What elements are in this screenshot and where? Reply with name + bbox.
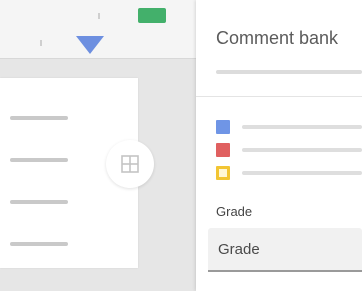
document-pane	[0, 0, 196, 291]
blue-square-icon	[216, 120, 230, 134]
grade-label: Grade	[216, 204, 253, 219]
text-line	[10, 200, 68, 204]
divider	[196, 96, 362, 97]
toolbar-tick	[40, 40, 42, 46]
placeholder-line	[216, 70, 362, 74]
panel-title: Comment bank	[216, 28, 339, 48]
text-line	[10, 158, 68, 162]
toolbar-tick	[98, 13, 100, 19]
text-line	[10, 116, 68, 120]
red-square-icon	[216, 143, 230, 157]
text-line	[10, 242, 68, 246]
grid-button[interactable]	[106, 140, 154, 188]
comment-line	[242, 148, 362, 152]
indent-marker-icon[interactable]	[76, 36, 104, 54]
grade-value: Grade	[218, 241, 260, 258]
grid-icon	[121, 155, 139, 173]
comment-line	[242, 125, 362, 129]
toolbar	[0, 0, 196, 59]
comment-bank-panel: Comment bank Grade Grade	[196, 0, 362, 291]
comment-row-red[interactable]	[216, 143, 362, 157]
yellow-square-icon	[216, 166, 230, 180]
grade-field[interactable]: Grade	[208, 228, 362, 272]
comment-line	[242, 171, 362, 175]
comment-row-blue[interactable]	[216, 120, 362, 134]
green-indicator	[138, 8, 166, 23]
comment-row-yellow[interactable]	[216, 166, 362, 180]
